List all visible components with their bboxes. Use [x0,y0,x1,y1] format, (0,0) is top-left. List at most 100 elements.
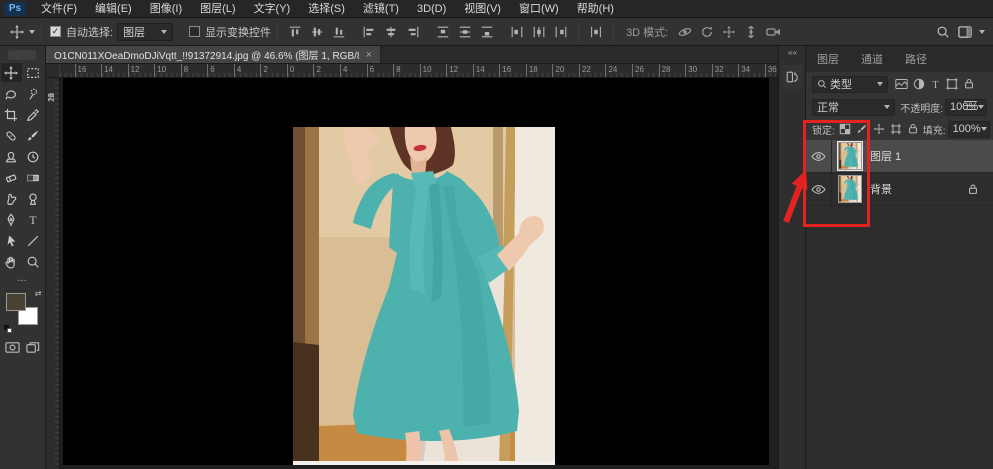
3d-camera-icon[interactable] [763,22,783,42]
menu-item[interactable]: 窗口(W) [510,0,568,18]
brush-tool[interactable] [23,126,44,145]
menu-item[interactable]: 图像(I) [141,0,191,18]
shape-tool[interactable] [23,231,44,250]
tool-preset-chevron-icon[interactable] [29,30,35,34]
crop-tool[interactable] [1,105,22,124]
fill-dropdown[interactable]: 100% [948,121,990,138]
swap-colors-icon[interactable]: ⇄ [35,289,42,298]
menu-item[interactable]: 图层(L) [191,0,244,18]
auto-select-dropdown[interactable]: 图层 [117,23,173,41]
ruler-tick-label: 8 [181,64,208,78]
ruler-tick-label: 6 [367,64,394,78]
foreground-color-swatch[interactable] [6,293,26,311]
move-tool[interactable] [1,63,22,82]
ruler-origin-corner[interactable] [46,64,60,78]
menu-item[interactable]: 3D(D) [408,0,455,18]
filter-smart-objects-icon[interactable] [963,78,975,90]
screen-mode-icon[interactable] [26,341,40,354]
lock-artboard-icon[interactable] [890,123,902,135]
filter-adjustment-layers-icon[interactable] [913,78,925,90]
auto-select-value: 图层 [123,24,145,40]
distribute-spacing-icon[interactable] [586,22,606,42]
distribute-vertical-centers-icon[interactable] [455,22,475,42]
marquee-tool[interactable] [23,63,44,82]
filter-shape-layers-icon[interactable] [946,78,958,90]
toolbar-drag-handle[interactable] [8,50,36,60]
filter-pixel-layers-icon[interactable] [895,78,908,90]
expand-panels-icon[interactable]: « « [788,48,796,57]
3d-orbit-icon[interactable] [675,22,695,42]
layer-filter-dropdown[interactable]: 类型 [812,76,888,93]
color-swatches: ⇄ [4,291,42,331]
3d-roll-icon[interactable] [697,22,717,42]
layer-name[interactable]: 背景 [870,181,892,197]
default-colors-icon[interactable] [4,325,13,333]
distribute-bottom-edges-icon[interactable] [477,22,497,42]
align-vertical-centers-icon[interactable] [307,22,327,42]
hand-tool[interactable] [1,252,22,271]
align-left-edges-icon[interactable] [359,22,379,42]
align-bottom-edges-icon[interactable] [329,22,349,42]
lock-all-icon[interactable] [907,123,919,135]
dress-photo-layer[interactable] [293,127,555,465]
workspace-switcher-icon[interactable] [955,22,975,42]
distribute-top-edges-icon[interactable] [433,22,453,42]
panel-tab[interactable]: 路径 [894,46,938,72]
quick-selection-tool[interactable] [23,84,44,103]
document-tab[interactable]: O1CN011XOeaDmoDJiVqtt_!!91372914.jpg @ 4… [46,46,381,63]
canvas-viewport[interactable] [60,78,778,469]
ruler-tick-label: 10 [154,64,181,78]
lasso-tool[interactable] [1,84,22,103]
move-tool-icon[interactable] [8,25,26,39]
filter-type-layers-icon[interactable]: T [930,78,941,90]
distribute-right-edges-icon[interactable] [551,22,571,42]
quick-mask-icon[interactable] [5,341,20,354]
menu-item[interactable]: 文字(Y) [245,0,300,18]
align-horizontal-centers-icon[interactable] [381,22,401,42]
3d-slide-icon[interactable] [741,22,761,42]
background-lock-icon[interactable] [967,183,979,196]
search-icon[interactable] [933,22,953,42]
3d-pan-icon[interactable] [719,22,739,42]
smudge-tool[interactable] [1,189,22,208]
type-tool[interactable]: T [23,210,44,229]
menu-item[interactable]: 编辑(E) [86,0,141,18]
gradient-tool[interactable] [23,168,44,187]
clone-stamp-tool[interactable] [1,147,22,166]
auto-select-checkbox[interactable] [50,26,61,37]
eyedropper-tool[interactable] [23,105,44,124]
align-top-edges-icon[interactable] [285,22,305,42]
show-transform-checkbox[interactable] [189,26,200,37]
pen-tool[interactable] [1,210,22,229]
menu-item[interactable]: 滤镜(T) [354,0,408,18]
menu-item[interactable]: 文件(F) [32,0,86,18]
zoom-tool[interactable] [23,252,44,271]
eraser-tool[interactable] [1,168,22,187]
panel-tab[interactable]: 通道 [850,46,894,72]
ruler-tick-label: 4 [234,64,261,78]
close-tab-icon[interactable]: × [366,50,372,60]
history-panel-icon[interactable] [781,65,803,89]
distribute-horizontal-centers-icon[interactable] [529,22,549,42]
ruler-tick-label: 26 [47,93,56,102]
canvas[interactable] [63,78,769,465]
ruler-tick-label: 14 [101,64,128,78]
blend-mode-dropdown[interactable]: 正常 [812,99,895,116]
path-selection-tool[interactable] [1,231,22,250]
edit-toolbar-ellipsis[interactable]: … [17,275,28,283]
menu-item[interactable]: 视图(V) [455,0,510,18]
menu-item[interactable]: 帮助(H) [568,0,623,18]
menu-item[interactable]: 选择(S) [299,0,354,18]
layer-name[interactable]: 图层 1 [870,148,901,164]
svg-text:T: T [30,214,37,226]
lock-position-icon[interactable] [873,123,885,135]
panel-menu-icon[interactable] [964,101,977,110]
photoshop-logo[interactable]: Ps [4,2,26,16]
distribute-left-edges-icon[interactable] [507,22,527,42]
chevron-down-icon[interactable] [979,30,985,34]
spot-healing-brush-tool[interactable] [1,126,22,145]
panel-tab[interactable]: 图层 [806,46,850,72]
align-right-edges-icon[interactable] [403,22,423,42]
dodge-tool[interactable] [23,189,44,208]
history-brush-tool[interactable] [23,147,44,166]
